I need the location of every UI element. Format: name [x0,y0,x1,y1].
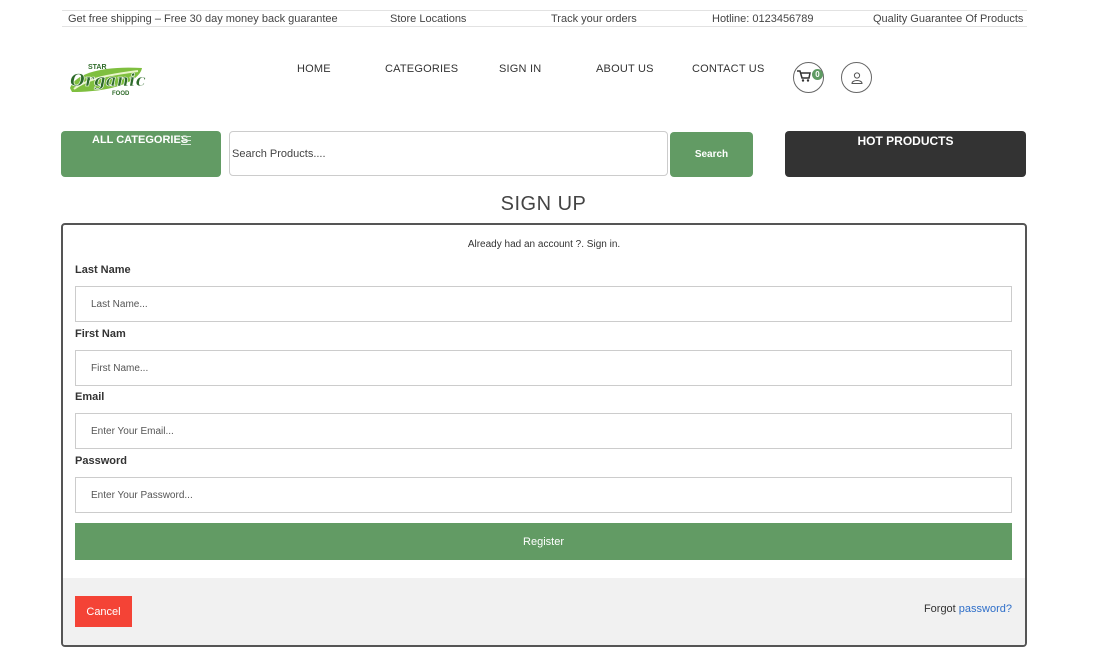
last-name-label: Last Name [75,264,131,276]
forgot-prefix: Forgot [923,603,959,615]
search-input[interactable] [229,131,668,176]
shipping-info: Get free shipping – Free 30 day money ba… [68,13,338,25]
nav-contact-us[interactable]: CONTACT US [692,63,765,75]
top-info-bar: Get free shipping – Free 30 day money ba… [62,10,1027,27]
sign-in-prompt[interactable]: Already had an account ?. Sign in. [63,239,1025,250]
quality-info: Quality Guarantee Of Products [873,13,1024,25]
email-input[interactable] [75,413,1012,449]
first-name-input[interactable] [75,350,1012,386]
cart-count-badge: 0 [812,69,823,80]
cart-icon [797,70,811,82]
cancel-button[interactable]: Cancel [75,596,132,627]
cart-button[interactable]: 0 [793,62,824,93]
signup-form-card: Already had an account ?. Sign in. Last … [61,223,1027,647]
nav-about-us[interactable]: ABOUT US [596,63,654,75]
nav-home[interactable]: HOME [297,63,331,75]
hamburger-icon [181,136,191,145]
all-categories-label: ALL CATEGORIES [92,134,189,146]
forgot-password-link[interactable]: password? [959,603,1012,615]
search-button[interactable]: Search [670,132,753,177]
hot-products-button[interactable]: HOT PRODUCTS [785,131,1026,177]
site-logo[interactable]: STAR Organic FOOD [66,58,147,98]
email-label: Email [75,391,105,403]
register-button[interactable]: Register [75,523,1012,560]
store-locations-link[interactable]: Store Locations [390,13,466,25]
forgot-password-text: Forgot password? [924,603,1012,615]
password-input[interactable] [75,477,1012,513]
all-categories-button[interactable]: ALL CATEGORIES [61,131,221,177]
page-title: SIGN UP [500,193,587,215]
user-account-button[interactable] [841,62,872,93]
form-footer: Cancel Forgot password? [63,578,1025,645]
password-label: Password [75,455,127,467]
logo-text-top: STAR [88,64,107,71]
last-name-input[interactable] [75,286,1012,322]
track-orders-link[interactable]: Track your orders [551,13,637,25]
hotline-info: Hotline: 0123456789 [712,13,814,25]
user-icon [850,71,863,84]
logo-text-main: Organic [70,71,146,91]
first-name-label: First Nam [75,328,126,340]
nav-sign-in[interactable]: SIGN IN [499,63,541,75]
nav-categories[interactable]: CATEGORIES [385,63,458,75]
logo-text-bottom: FOOD [112,91,130,97]
